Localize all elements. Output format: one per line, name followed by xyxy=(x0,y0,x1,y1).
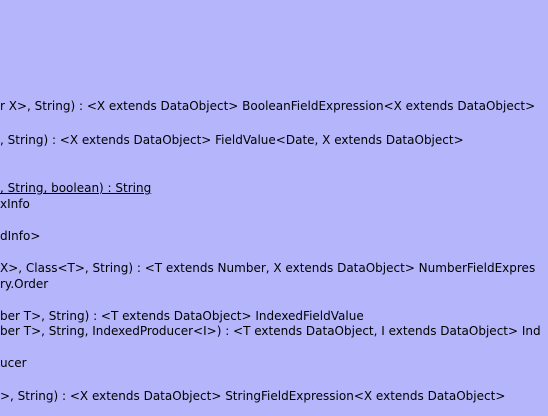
method-string-field-expression: >, String) : <X extends DataObject> Stri… xyxy=(0,389,506,403)
field-index-info: xInfo xyxy=(0,197,30,211)
field-field-info: dInfo> xyxy=(0,229,41,243)
static-method-string: , String, boolean) : String xyxy=(0,181,152,195)
method-boolean-field-expression: r X>, String) : <X extends DataObject> B… xyxy=(0,99,536,113)
method-indexed-field-value-producer: ber T>, String, IndexedProducer<I>) : <T… xyxy=(0,324,541,338)
method-indexed-field-value: ber T>, String) : <T extends DataObject>… xyxy=(0,309,364,323)
type-query-order: ry.Order xyxy=(0,277,49,291)
type-indexed-producer: ucer xyxy=(0,356,27,370)
method-number-field-expression: X>, Class<T>, String) : <T extends Numbe… xyxy=(0,261,536,275)
uml-class-diagram-canvas: { "lines": [ "r X>, String) : <X extends… xyxy=(0,0,548,416)
method-field-value-date: , String) : <X extends DataObject> Field… xyxy=(0,133,464,147)
